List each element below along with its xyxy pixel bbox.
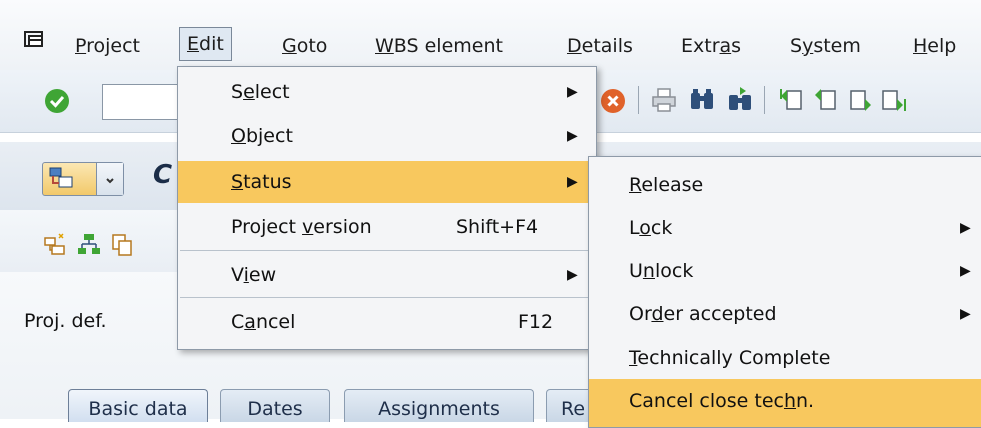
sap-menu-icon[interactable] xyxy=(24,30,46,52)
submenu-arrow-icon: ▶ xyxy=(567,84,578,100)
menu-goto[interactable]: Goto xyxy=(282,31,327,61)
menu-project[interactable]: Project xyxy=(75,31,140,61)
menu-help[interactable]: Help xyxy=(913,31,956,61)
shortcut-label: Shift+F4 xyxy=(456,216,539,238)
menu-separator xyxy=(180,297,592,298)
page-title: C xyxy=(153,160,173,190)
menu-extras[interactable]: Extras xyxy=(681,31,741,61)
tab-dates[interactable]: Dates xyxy=(220,389,330,422)
edit-menu-dropdown: Select ▶ Object ▶ Status ▶ Project versi… xyxy=(177,66,597,350)
menu-bar: Project Edit Goto WBS element Details Ex… xyxy=(0,0,981,70)
status-menu-item-technically-complete[interactable]: Technically Complete xyxy=(589,337,981,379)
menu-details[interactable]: Details xyxy=(567,31,633,61)
status-menu-item-lock[interactable]: Lock ▶ xyxy=(589,207,981,249)
status-menu-item-cancel-close-techn[interactable]: Cancel close techn. xyxy=(589,379,981,427)
copy-icon[interactable] xyxy=(110,232,136,258)
submenu-arrow-icon: ▶ xyxy=(960,306,971,322)
menu-edit[interactable]: Edit xyxy=(179,27,232,61)
find-icon[interactable] xyxy=(688,86,716,114)
chevron-down-icon xyxy=(96,163,123,195)
menu-system[interactable]: System xyxy=(790,31,861,61)
submenu-arrow-icon: ▶ xyxy=(567,128,578,144)
edit-menu-item-select[interactable]: Select ▶ xyxy=(178,71,596,113)
next-page-icon[interactable] xyxy=(846,86,874,114)
edit-menu-item-object[interactable]: Object ▶ xyxy=(178,115,596,157)
submenu-arrow-icon: ▶ xyxy=(567,267,578,283)
status-menu-item-unlock[interactable]: Unlock ▶ xyxy=(589,250,981,292)
structure-icon[interactable] xyxy=(76,232,102,258)
edit-menu-item-project-version[interactable]: Project version Shift+F4 xyxy=(178,206,596,248)
find-next-icon[interactable] xyxy=(726,86,754,114)
submenu-arrow-icon: ▶ xyxy=(567,174,578,190)
last-page-icon[interactable] xyxy=(880,86,908,114)
toolbar-separator xyxy=(764,86,765,114)
first-page-icon[interactable] xyxy=(778,86,806,114)
status-menu-item-order-accepted[interactable]: Order accepted ▶ xyxy=(589,293,981,335)
edit-menu-item-cancel[interactable]: Cancel F12 xyxy=(178,301,596,343)
command-field[interactable] xyxy=(102,84,184,120)
toolbar-separator xyxy=(638,86,639,114)
tab-basic-data[interactable]: Basic data xyxy=(68,389,208,422)
cancel-icon[interactable] xyxy=(600,88,626,114)
screen-menu-button[interactable] xyxy=(42,162,124,196)
enter-checkmark-icon[interactable] xyxy=(44,88,70,114)
previous-page-icon[interactable] xyxy=(812,86,840,114)
proj-def-label: Proj. def. xyxy=(24,310,107,332)
hierarchy-icon xyxy=(49,167,75,191)
status-submenu-dropdown: Release Lock ▶ Unlock ▶ Order accepted ▶… xyxy=(588,156,981,428)
create-icon[interactable] xyxy=(42,232,68,258)
shortcut-label: F12 xyxy=(518,311,554,333)
status-menu-item-release[interactable]: Release xyxy=(589,164,981,206)
submenu-arrow-icon: ▶ xyxy=(960,220,971,236)
submenu-arrow-icon: ▶ xyxy=(960,263,971,279)
print-icon[interactable] xyxy=(650,86,678,114)
tab-assignments[interactable]: Assignments xyxy=(344,389,534,422)
edit-menu-item-status[interactable]: Status ▶ xyxy=(178,161,596,203)
menu-wbs-element[interactable]: WBS element xyxy=(375,31,503,61)
edit-menu-item-view[interactable]: View ▶ xyxy=(178,254,596,296)
menu-separator xyxy=(180,250,592,251)
